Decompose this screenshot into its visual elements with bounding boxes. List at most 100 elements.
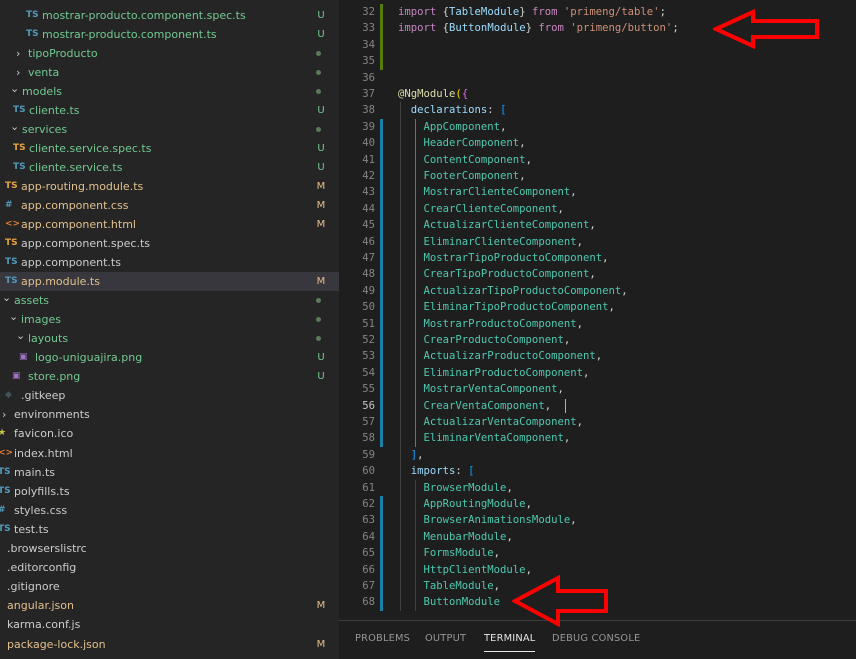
code-line[interactable]: 65 FormsModule, <box>339 545 856 561</box>
explorer-folder[interactable]: › venta <box>0 63 339 82</box>
code-line[interactable]: 50 EliminarTipoProductoComponent, <box>339 299 856 315</box>
code-line[interactable]: 55 MostrarVentaComponent, <box>339 381 856 397</box>
code-line[interactable]: 63 BrowserAnimationsModule, <box>339 512 856 528</box>
code-line[interactable]: 36 <box>339 70 856 86</box>
explorer-folder[interactable]: ⌄ services <box>0 120 339 139</box>
code-line[interactable]: 59 ], <box>339 447 856 463</box>
explorer-file[interactable]: package-lock.json M <box>0 635 339 654</box>
chevron-right-icon[interactable]: › <box>2 405 12 424</box>
line-number: 64 <box>362 530 375 543</box>
explorer-item-label: services <box>22 123 68 136</box>
chevron-right-icon[interactable]: › <box>16 44 26 63</box>
chevron-down-icon[interactable]: ⌄ <box>2 288 12 307</box>
explorer-file[interactable]: TS app.component.ts <box>0 253 339 272</box>
line-number: 51 <box>362 317 375 330</box>
explorer-file[interactable]: angular.json M <box>0 596 339 615</box>
explorer-file[interactable]: TS cliente.ts U <box>0 101 339 120</box>
explorer-file[interactable]: .browserslistrc <box>0 539 339 558</box>
explorer-folder[interactable]: ⌄ images <box>0 310 339 329</box>
explorer-file[interactable]: karma.conf.js <box>0 615 339 634</box>
code-line[interactable]: 56 CrearVentaComponent, <box>339 398 856 414</box>
chevron-down-icon[interactable]: ⌄ <box>9 307 19 326</box>
code-token: { <box>436 6 450 18</box>
code-token: [ <box>468 465 475 478</box>
explorer-file[interactable]: <> index.html <box>0 444 339 463</box>
code-line[interactable]: 60 imports: [ <box>339 463 856 479</box>
code-token: EliminarTipoProductoComponent <box>398 301 609 314</box>
chevron-down-icon[interactable]: ⌄ <box>10 79 20 98</box>
code-line[interactable]: 46 EliminarClienteComponent, <box>339 234 856 250</box>
code-token: , <box>576 317 583 330</box>
panel-tab-debug-console[interactable]: DEBUG CONSOLE <box>552 630 640 652</box>
code-text: ActualizarVentaComponent, <box>398 414 583 430</box>
code-line[interactable]: 62 AppRoutingModule, <box>339 496 856 512</box>
explorer-file[interactable]: ★ favicon.ico <box>0 424 339 443</box>
code-line[interactable]: 51 MostrarProductoComponent, <box>339 316 856 332</box>
explorer-file[interactable]: TS app-routing.module.ts M <box>0 177 339 196</box>
panel-tab-problems[interactable]: PROBLEMS <box>355 630 410 652</box>
panel-tab-output[interactable]: OUTPUT <box>425 630 466 652</box>
panel-tab-terminal[interactable]: TERMINAL <box>484 630 536 652</box>
code-line[interactable]: 40 HeaderComponent, <box>339 135 856 151</box>
code-editor[interactable]: 32 import {TableModule} from 'primeng/tab… <box>339 0 856 620</box>
explorer-folder[interactable]: ⌄ assets <box>0 291 339 310</box>
explorer-file[interactable]: TS polyfills.ts <box>0 482 339 501</box>
code-token: , <box>506 481 513 494</box>
explorer-file[interactable]: TS test.ts <box>0 520 339 539</box>
git-status-dot-icon <box>316 70 321 75</box>
explorer-file[interactable]: TS mostrar-producto.component.ts U <box>0 25 339 44</box>
code-line[interactable]: 52 CrearProductoComponent, <box>339 332 856 348</box>
line-number: 63 <box>362 514 375 527</box>
code-text: ContentComponent, <box>398 152 532 168</box>
explorer-file[interactable]: ▣ store.png U <box>0 367 339 386</box>
explorer-file[interactable]: TS app.component.spec.ts <box>0 234 339 253</box>
git-status-badge: M <box>316 600 326 611</box>
code-line[interactable]: 54 EliminarProductoComponent, <box>339 365 856 381</box>
explorer-file[interactable]: ▣ logo-uniguajira.png U <box>0 348 339 367</box>
red-arrow-icon <box>713 9 819 49</box>
explorer-file[interactable]: <> app.component.html M <box>0 215 339 234</box>
explorer-item-label: environments <box>14 408 90 421</box>
explorer-file[interactable]: .gitignore <box>0 577 339 596</box>
code-token: HttpClientModule <box>398 563 526 576</box>
explorer-file[interactable]: #styles.css <box>0 501 339 520</box>
code-line[interactable]: 49 ActualizarTipoProductoComponent, <box>339 283 856 299</box>
git-status-dot-icon <box>316 336 321 341</box>
explorer-folder[interactable]: ⌄ layouts <box>0 329 339 348</box>
explorer-file[interactable]: .editorconfig <box>0 558 339 577</box>
explorer-file[interactable]: # app.component.css M <box>0 196 339 215</box>
code-line[interactable]: 35 <box>339 53 856 69</box>
code-line[interactable]: 64 MenubarModule, <box>339 529 856 545</box>
explorer-folder[interactable]: ⌄ models <box>0 82 339 101</box>
code-line[interactable]: 58 EliminarVentaComponent, <box>339 430 856 446</box>
code-text: CrearClienteComponent, <box>398 201 564 217</box>
explorer-file[interactable]: ◆ .gitkeep <box>0 386 339 405</box>
line-number: 35 <box>362 55 375 68</box>
code-token: FormsModule <box>398 547 494 560</box>
code-line[interactable]: 44 CrearClienteComponent, <box>339 201 856 217</box>
explorer-file[interactable]: TS main.ts <box>0 463 339 482</box>
code-token: , <box>493 547 501 560</box>
explorer-folder[interactable]: › environments <box>0 405 339 424</box>
code-line[interactable]: 47 MostrarTipoProductoComponent, <box>339 250 856 266</box>
code-line[interactable]: 43 MostrarClienteComponent, <box>339 184 856 200</box>
chevron-down-icon[interactable]: ⌄ <box>16 326 26 345</box>
code-line[interactable]: 41 ContentComponent, <box>339 152 856 168</box>
code-line[interactable]: 45 ActualizarClienteComponent, <box>339 217 856 233</box>
code-line[interactable]: 53 ActualizarProductoComponent, <box>339 348 856 364</box>
line-number: 38 <box>362 104 375 117</box>
code-line[interactable]: 61 BrowserModule, <box>339 480 856 496</box>
explorer-file[interactable]: TS cliente.service.ts U <box>0 158 339 177</box>
code-text: MostrarVentaComponent, <box>398 381 564 397</box>
code-line[interactable]: 48 CrearTipoProductoComponent, <box>339 266 856 282</box>
code-line[interactable]: 38 declarations: [ <box>339 102 856 118</box>
explorer-file[interactable]: TS mostrar-producto.component.spec.ts U <box>0 6 339 25</box>
chevron-down-icon[interactable]: ⌄ <box>10 117 20 136</box>
explorer-folder[interactable]: › tipoProducto <box>0 44 339 63</box>
code-line[interactable]: 57 ActualizarVentaComponent, <box>339 414 856 430</box>
explorer-file[interactable]: TS cliente.service.spec.ts U <box>0 139 339 158</box>
code-line[interactable]: 39 AppComponent, <box>339 119 856 135</box>
code-line[interactable]: 42 FooterComponent, <box>339 168 856 184</box>
code-line[interactable]: 37 @NgModule({ <box>339 86 856 102</box>
explorer-file[interactable]: TS app.module.ts M <box>0 272 339 291</box>
